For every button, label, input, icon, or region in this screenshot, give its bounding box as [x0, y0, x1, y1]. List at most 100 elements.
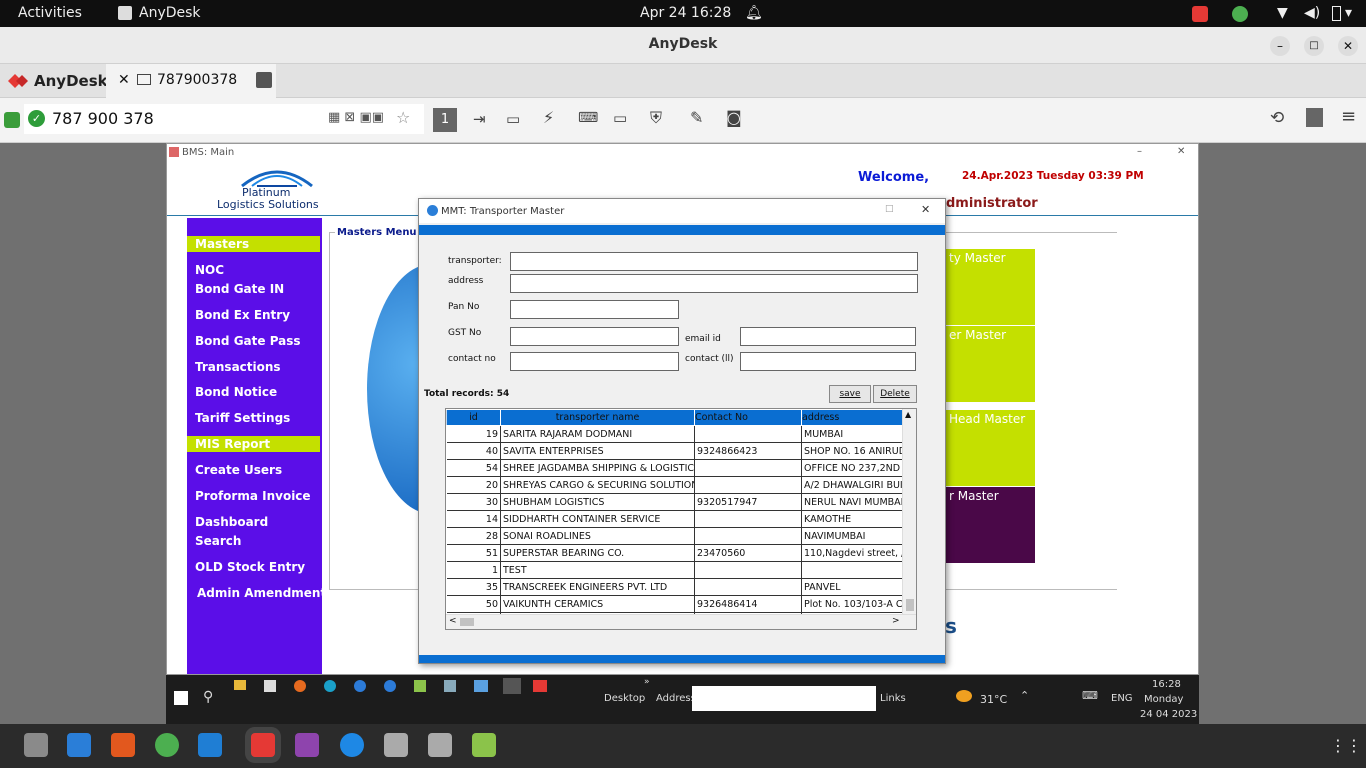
taskbar-time[interactable]: 16:28	[1152, 679, 1181, 690]
table-row[interactable]: 20 SHREYAS CARGO & SECURING SOLUTION A/2 D…	[446, 476, 903, 494]
table-row[interactable]: 50 VAIKUNTH CERAMICS 9326486414 Plot No. 10…	[446, 595, 903, 613]
dialog-close-button[interactable]: ✕	[921, 203, 930, 216]
cell-id[interactable]: 50	[446, 595, 501, 613]
cell-id[interactable]: 35	[446, 578, 501, 596]
anydesk-task-icon[interactable]	[533, 680, 547, 692]
new-tab-icon[interactable]	[256, 72, 272, 88]
cell-name[interactable]: SONAI ROADLINES	[500, 527, 695, 545]
cell-address[interactable]: OFFICE NO 237,2ND F	[801, 459, 903, 477]
activities-button[interactable]: Activities	[18, 5, 82, 21]
sidebar-item-bond-gate-in[interactable]: Bond Gate IN	[195, 282, 284, 296]
battery-icon[interactable]	[1332, 6, 1341, 21]
table-row[interactable]: 51 SUPERSTAR BEARING CO. 23470560 110,Nagde…	[446, 544, 903, 562]
explorer-icon[interactable]	[234, 680, 246, 690]
sidebar-item-transactions[interactable]: Transactions	[195, 360, 281, 374]
volume-icon[interactable]: ◀)	[1304, 5, 1320, 21]
address-toolbar-input[interactable]	[692, 686, 876, 711]
cell-id[interactable]: 19	[446, 425, 501, 443]
power-menu-icon[interactable]: ▾	[1345, 5, 1352, 21]
main-menu-icon[interactable]: ≡	[1341, 106, 1356, 127]
cell-id[interactable]: 51	[446, 544, 501, 562]
display-icon[interactable]: ▭	[613, 109, 627, 127]
table-row[interactable]: 40 SAVITA ENTERPRISES 9324866423 SHOP NO. 1…	[446, 442, 903, 460]
edge-icon[interactable]	[324, 680, 336, 692]
cell-address[interactable]: 110,Nagdevi street, /	[801, 544, 903, 562]
permissions-shield-icon[interactable]: ⛨	[650, 108, 662, 128]
cell-name[interactable]: SHREYAS CARGO & SECURING SOLUTION	[500, 476, 695, 494]
table-row[interactable]: 35 TRANSCREEK ENGINEERS PVT. LTD PANVEL	[446, 578, 903, 596]
table-row[interactable]: 19 SARITA RAJARAM DODMANI MUMBAI	[446, 425, 903, 443]
cell-contact[interactable]: 23470560	[694, 544, 802, 562]
anydesk-tray-icon[interactable]	[1192, 6, 1208, 22]
table-row[interactable]: 28 SONAI ROADLINES NAVIMUMBAI	[446, 527, 903, 545]
pan-input[interactable]	[510, 300, 679, 319]
language-indicator[interactable]: ENG	[1111, 693, 1133, 704]
app-icon-8[interactable]	[444, 680, 456, 692]
cell-contact[interactable]	[694, 561, 802, 579]
horizontal-scrollbar[interactable]: < >	[446, 614, 916, 629]
minimize-button[interactable]: –	[1270, 36, 1290, 56]
scroll-right-icon[interactable]: >	[892, 616, 900, 626]
cell-contact[interactable]: 9326486414	[694, 595, 802, 613]
address-input[interactable]	[510, 274, 918, 293]
cell-address[interactable]: NERUL NAVI MUMBAI	[801, 493, 903, 511]
favorite-star-icon[interactable]: ☆	[396, 108, 410, 127]
cell-name[interactable]: SHREE JAGDAMBA SHIPPING & LOGISTIC	[500, 459, 695, 477]
toolbar-expand-icon[interactable]: »	[644, 677, 650, 687]
software-center-icon[interactable]	[111, 733, 135, 757]
cell-contact[interactable]	[694, 527, 802, 545]
desktop-toolbar-label[interactable]: Desktop	[604, 693, 645, 704]
sidebar-item-proforma-invoice[interactable]: Proforma Invoice	[195, 489, 311, 503]
cell-address[interactable]: KAMOTHE	[801, 510, 903, 528]
chrome-icon[interactable]	[155, 733, 179, 757]
display-selector[interactable]: 1	[433, 108, 457, 132]
cell-name[interactable]: TEST	[500, 561, 695, 579]
weather-icon[interactable]	[956, 690, 972, 702]
cell-id[interactable]: 54	[446, 459, 501, 477]
cell-address[interactable]: MUMBAI	[801, 425, 903, 443]
windows-start-icon[interactable]	[174, 691, 188, 705]
temperature-label[interactable]: 31°C	[980, 693, 1007, 706]
cell-name[interactable]: SAVITA ENTERPRISES	[500, 442, 695, 460]
status-tray-icon[interactable]	[1232, 6, 1248, 22]
cell-id[interactable]: 20	[446, 476, 501, 494]
chat-icon[interactable]: ▭	[506, 110, 520, 128]
cell-name[interactable]: TRANSCREEK ENGINEERS PVT. LTD	[500, 578, 695, 596]
cell-contact[interactable]	[694, 510, 802, 528]
cell-address[interactable]: PANVEL	[801, 578, 903, 596]
drive-icon-2[interactable]	[428, 733, 452, 757]
keyboard-icon[interactable]: ⌨	[578, 110, 598, 126]
table-row[interactable]: 14 SIDDHARTH CONTAINER SERVICE KAMOTHE	[446, 510, 903, 528]
ie-icon[interactable]	[354, 680, 366, 692]
vertical-scrollbar[interactable]: ▲	[902, 409, 916, 614]
history-icon[interactable]: ⟲	[1270, 108, 1284, 128]
bms-task-icon[interactable]	[474, 680, 488, 692]
clock[interactable]: Apr 24 16:28	[640, 5, 731, 21]
gst-input[interactable]	[510, 327, 679, 346]
sidebar-item-tariff-settings[interactable]: Tariff Settings	[195, 411, 290, 425]
cell-address[interactable]: SHOP NO. 16 ANIRUD	[801, 442, 903, 460]
scroll-thumb[interactable]	[906, 599, 914, 611]
cell-contact[interactable]	[694, 578, 802, 596]
sidebar-header-mis-report[interactable]: MIS Report	[187, 436, 320, 452]
transporter-grid[interactable]: id transporter name Contact No address 1…	[445, 408, 917, 630]
contact-input[interactable]	[510, 352, 679, 371]
cell-address[interactable]: Plot No. 103/103-A C	[801, 595, 903, 613]
actions-icon[interactable]: ⚡	[543, 108, 554, 127]
tile-party-master[interactable]: ty Master	[945, 249, 1035, 325]
search-icon[interactable]: ⚲	[203, 689, 213, 705]
column-header-address[interactable]: address	[801, 409, 903, 426]
email-input[interactable]	[740, 327, 916, 346]
scroll-up-icon[interactable]: ▲	[905, 410, 911, 419]
cell-contact[interactable]	[694, 425, 802, 443]
close-button[interactable]: ✕	[1338, 36, 1358, 56]
sidebar-item-create-users[interactable]: Create Users	[195, 463, 282, 477]
cell-name[interactable]: SHUBHAM LOGISTICS	[500, 493, 695, 511]
files-icon[interactable]	[24, 733, 48, 757]
scroll-left-icon[interactable]: <	[449, 616, 457, 626]
cell-contact[interactable]	[694, 459, 802, 477]
sidebar-item-bond-notice[interactable]: Bond Notice	[195, 385, 277, 399]
keyboard-tray-icon[interactable]: ⌨	[1082, 689, 1098, 702]
delete-button[interactable]: Delete	[873, 385, 917, 403]
whiteboard-pen-icon[interactable]: ✎	[690, 108, 703, 127]
